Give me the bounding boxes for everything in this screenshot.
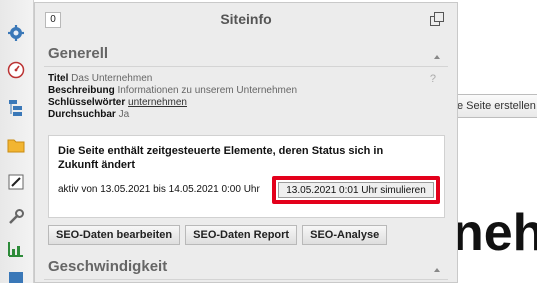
dashboard-icon[interactable]: [5, 59, 27, 81]
info-description-label: Beschreibung: [48, 85, 115, 96]
popout-icon[interactable]: [429, 11, 445, 27]
section-general-title: Generell: [48, 45, 109, 62]
info-searchable-value: Ja: [118, 109, 130, 120]
section-speed-header[interactable]: Geschwindigkeit: [44, 256, 448, 280]
section-general-header[interactable]: Generell: [44, 43, 448, 67]
seo-button-row: SEO-Daten bearbeiten SEO-Daten Report SE…: [48, 225, 388, 245]
siteinfo-panel: 0 Siteinfo Generell ? Titel Das Unterneh…: [34, 2, 458, 283]
edit-icon[interactable]: [5, 171, 27, 193]
help-icon[interactable]: ?: [430, 73, 436, 85]
info-keywords-link[interactable]: unternehmen: [128, 97, 187, 108]
notice-text: Die Seite enthält zeitgesteuerte Element…: [58, 145, 384, 171]
create-page-button[interactable]: e Seite erstellen: [452, 94, 537, 118]
info-keywords-row: Schlüsselwörter unternehmen: [48, 97, 457, 109]
info-searchable-label: Durchsuchbar: [48, 109, 116, 120]
page-info: ? Titel Das Unternehmen Beschreibung Inf…: [48, 73, 457, 121]
seo-analysis-button[interactable]: SEO-Analyse: [302, 225, 388, 245]
info-searchable-row: Durchsuchbar Ja: [48, 109, 457, 121]
simulate-button[interactable]: 13.05.2021 0:01 Uhr simulieren: [278, 182, 434, 198]
notice-active-range: aktiv von 13.05.2021 bis 14.05.2021 0:00…: [58, 184, 260, 195]
info-description-value: Informationen zu unserem Unternehmen: [117, 85, 298, 96]
seo-report-button[interactable]: SEO-Daten Report: [185, 225, 298, 245]
info-description-row: Beschreibung Informationen zu unserem Un…: [48, 85, 457, 97]
wrench-icon[interactable]: [5, 206, 27, 228]
seo-edit-button[interactable]: SEO-Daten bearbeiten: [48, 225, 181, 245]
collapse-caret-icon[interactable]: [434, 268, 440, 272]
simulate-highlight: 13.05.2021 0:01 Uhr simulieren: [272, 176, 440, 204]
sitemap-icon[interactable]: [5, 97, 27, 119]
section-speed-title: Geschwindigkeit: [48, 258, 168, 275]
info-title-label: Titel: [48, 73, 69, 84]
page-heading-fragment: neh: [452, 204, 537, 262]
misc-icon[interactable]: [5, 268, 27, 283]
panel-header: 0 Siteinfo: [35, 3, 457, 35]
gear-icon[interactable]: [5, 22, 27, 44]
info-keywords-label: Schlüsselwörter: [48, 97, 126, 108]
folder-icon[interactable]: [5, 134, 27, 156]
info-title-row: Titel Das Unternehmen: [48, 73, 457, 85]
collapse-caret-icon[interactable]: [434, 55, 440, 59]
timed-elements-notice: Die Seite enthält zeitgesteuerte Element…: [48, 135, 445, 218]
panel-title: Siteinfo: [220, 11, 272, 27]
left-sidebar: [0, 0, 34, 283]
info-title-value: Das Unternehmen: [71, 73, 153, 84]
statistics-icon[interactable]: [5, 238, 27, 260]
